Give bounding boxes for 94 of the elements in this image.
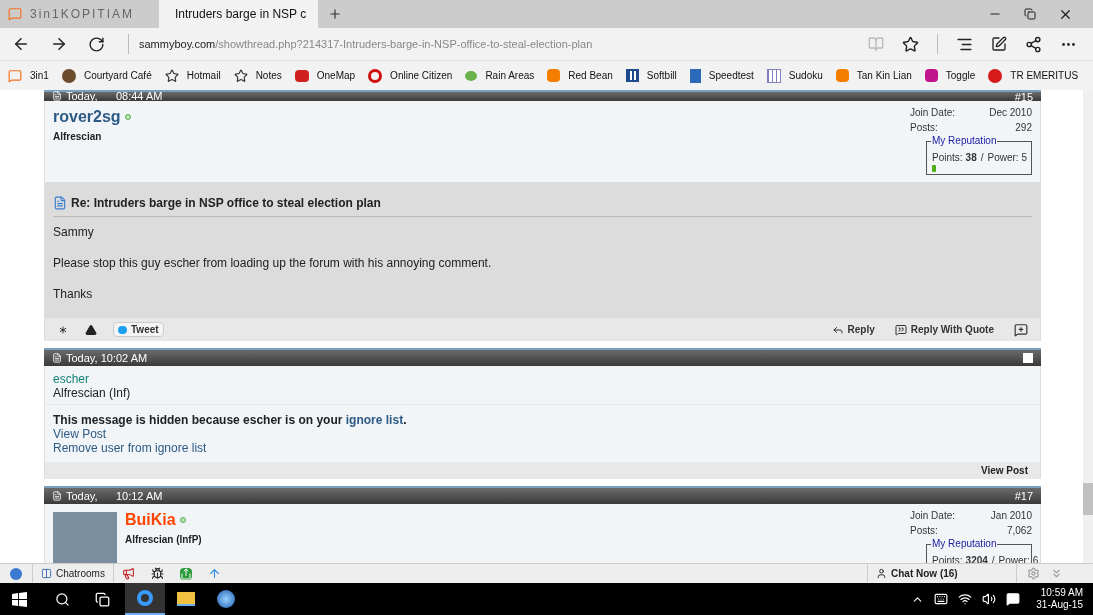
tweet-button[interactable]: Tweet <box>113 322 164 337</box>
favorite-link[interactable]: Softbill <box>625 68 677 83</box>
join-date-label: Join Date: <box>910 509 956 523</box>
post-number[interactable]: #15 <box>1014 93 1033 101</box>
favorite-link[interactable]: Tan Kin Lian <box>835 68 912 83</box>
wifi-icon[interactable] <box>958 592 973 606</box>
tab-title: Intruders barge in NSP c <box>175 6 307 23</box>
favorite-link[interactable]: Sudoku <box>766 68 823 83</box>
post-title: Re: Intruders barge in NSP office to steal election plan <box>71 195 381 212</box>
reputation-legend: My Reputation <box>931 135 998 147</box>
join-date-value: Dec 2010 <box>989 106 1032 120</box>
join-date-value: Jan 2010 <box>990 509 1032 523</box>
post-text: Sammy <box>53 224 95 241</box>
post-date: Today, 08:44 AM <box>66 92 163 100</box>
refresh-icon[interactable] <box>88 35 105 53</box>
user-title: Alfrescian (Inf) <box>53 386 132 400</box>
posts-value: 292 <box>1015 121 1032 135</box>
grid-icon <box>625 69 639 82</box>
username-link[interactable]: escher <box>53 372 1032 386</box>
remove-user-link[interactable]: Remove user from ignore list <box>53 441 207 455</box>
post-date: Today, 10:12 AM <box>66 488 163 504</box>
avatar-icon <box>61 68 76 83</box>
favorite-link[interactable]: Notes <box>233 68 282 83</box>
view-post-link[interactable]: View Post <box>53 427 107 441</box>
document-icon <box>52 491 62 501</box>
post-text: Thanks <box>53 286 94 303</box>
user-title: Alfrescian (InfP) <box>125 533 202 547</box>
volume-icon[interactable] <box>982 592 997 606</box>
favorite-link[interactable]: Speedtest <box>689 68 754 83</box>
post-number[interactable]: #17 <box>1014 487 1033 505</box>
slash-separator: / <box>979 151 985 165</box>
chat-bubble-icon <box>8 68 22 83</box>
scrollbar[interactable] <box>1083 90 1093 563</box>
chat-bubble-icon <box>8 7 22 21</box>
web-note-icon[interactable] <box>991 36 1007 52</box>
posts-value: 7,062 <box>1006 524 1032 538</box>
star-icon <box>164 68 179 83</box>
username-link[interactable]: rover2sg <box>53 105 121 129</box>
reputation-legend: My Reputation <box>931 538 998 550</box>
restore-icon[interactable] <box>1024 8 1036 20</box>
tab-title: 3in1KOPITIAM <box>30 6 135 23</box>
user-icon <box>876 568 887 579</box>
posts-label: Posts: <box>910 121 938 135</box>
favorite-link[interactable]: Toggle <box>924 68 976 83</box>
document-icon <box>53 196 67 210</box>
points-value: 38 <box>965 151 977 165</box>
hidden-message-text: This message is hidden because escher is on your ignore list. <box>53 413 408 427</box>
new-tab-icon[interactable] <box>328 7 342 21</box>
favorite-link[interactable]: OneMap <box>294 68 356 83</box>
grid-icon <box>766 68 781 83</box>
browser-tab[interactable]: Intruders barge in NSP c <box>159 0 318 28</box>
warning-icon[interactable] <box>85 323 97 336</box>
url-field[interactable]: sammyboy.com/showthread.php?214317-Intruders-barge-in-NSP-office-to-steal-election-plan <box>139 35 868 53</box>
favorite-link[interactable]: Courtyard Café <box>61 68 152 83</box>
view-post-button[interactable]: View Post <box>980 463 1028 478</box>
search-icon[interactable] <box>55 591 70 607</box>
target-icon <box>368 68 383 83</box>
share-icon[interactable] <box>1025 35 1042 53</box>
document-icon <box>52 353 62 363</box>
favorite-link[interactable]: 3in1 <box>8 68 49 83</box>
keyboard-icon[interactable] <box>934 592 949 606</box>
megaphone-icon[interactable] <box>121 567 135 580</box>
post-date: Today, 10:02 AM <box>66 350 148 366</box>
document-icon <box>689 68 701 83</box>
quote-bubble-icon <box>894 323 907 336</box>
power-label: Power: <box>987 151 1019 165</box>
favorite-star-icon[interactable] <box>902 35 919 53</box>
clock-time: 10:59 AM <box>1040 587 1083 599</box>
power-value: 5 <box>1021 151 1028 165</box>
reputation-bar-icon <box>932 165 936 172</box>
upload-arrow-icon[interactable] <box>207 567 221 580</box>
post-text: Please stop this guy escher from loading up the forum with his annoying comment. <box>53 255 493 272</box>
user-title: Alfrescian <box>53 130 103 144</box>
back-icon[interactable] <box>12 35 30 53</box>
favorite-link[interactable]: Hotmail <box>164 68 221 83</box>
favorite-link[interactable]: Rain Areas <box>465 68 535 83</box>
multi-quote-icon[interactable] <box>1014 322 1028 337</box>
windows-logo-icon[interactable] <box>12 591 27 607</box>
points-label: Points: <box>932 151 963 165</box>
task-view-icon[interactable] <box>95 591 110 607</box>
clock-date: 31-Aug-15 <box>1036 599 1083 611</box>
favorite-link[interactable]: Online Citizen <box>368 68 453 83</box>
reply-with-quote-button[interactable]: Reply With Quote <box>894 322 994 337</box>
join-date-label: Join Date: <box>910 106 956 120</box>
posts-label: Posts: <box>910 524 938 538</box>
checkbox[interactable] <box>1023 353 1033 363</box>
notification-icon[interactable] <box>1006 592 1021 606</box>
star-icon <box>233 68 248 83</box>
edge-taskbar-button[interactable] <box>125 583 165 615</box>
reply-button[interactable]: Reply <box>831 322 875 337</box>
document-icon <box>52 91 62 101</box>
favorite-link[interactable]: TR EMERITUS <box>988 68 1079 83</box>
forward-icon[interactable] <box>50 35 68 53</box>
favorite-link[interactable]: Red Bean <box>547 68 613 83</box>
